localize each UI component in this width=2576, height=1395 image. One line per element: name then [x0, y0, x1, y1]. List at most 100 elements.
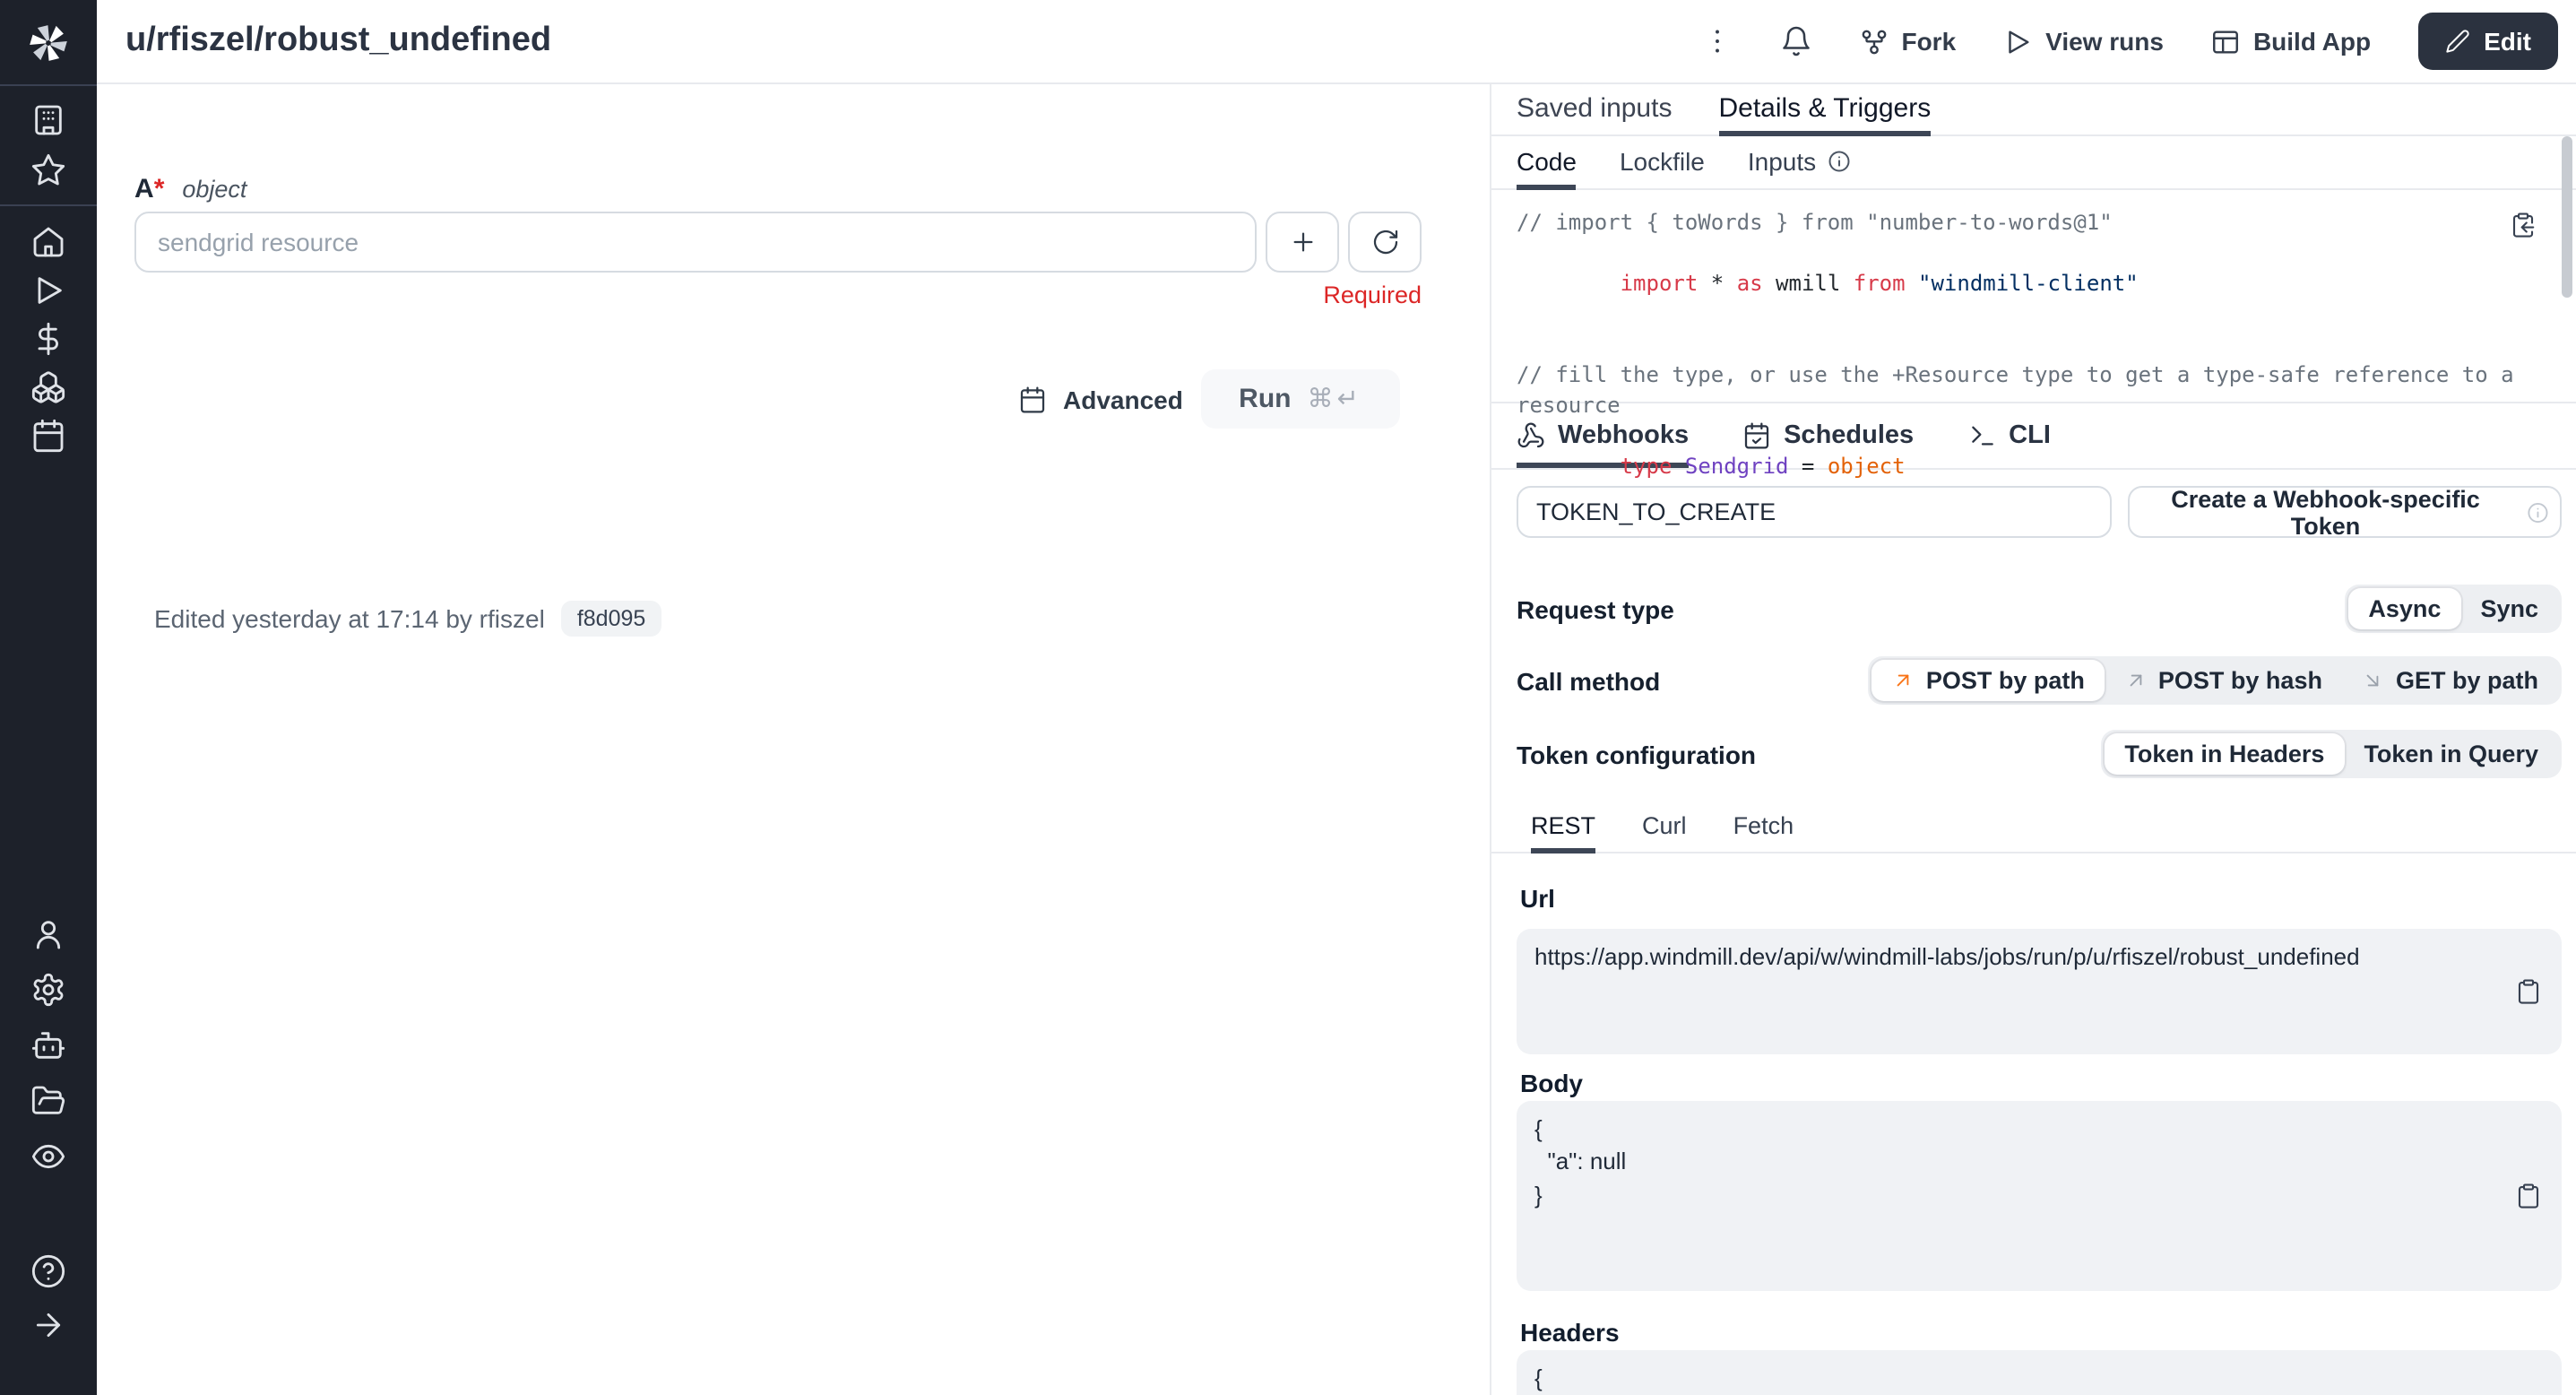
- call-method-toggle: POST by path POST by hash GET by path: [1869, 656, 2562, 705]
- fork-button[interactable]: Fork: [1858, 26, 1956, 56]
- sidebar-item-favorites[interactable]: [0, 145, 97, 195]
- toggle-post-by-path[interactable]: POST by path: [1872, 660, 2105, 701]
- more-menu-button[interactable]: [1700, 25, 1733, 57]
- copy-url-button[interactable]: [2515, 978, 2542, 1005]
- code-text: [1906, 271, 1918, 296]
- help-circle-icon: [30, 1253, 66, 1289]
- run-label: Run: [1239, 384, 1291, 414]
- clipboard-icon: [2515, 978, 2542, 1005]
- sidebar-item-variables[interactable]: [0, 314, 97, 362]
- run-button[interactable]: Run ⌘↵: [1201, 369, 1400, 429]
- gear-icon: [30, 971, 66, 1007]
- code-keyword: type: [1621, 454, 1673, 479]
- field-type: object: [182, 176, 246, 203]
- resource-input[interactable]: [134, 212, 1257, 273]
- copy-code-button[interactable]: [2510, 212, 2537, 247]
- page-title: u/rfiszel/robust_undefined: [125, 22, 551, 61]
- sidebar-item-settings[interactable]: [0, 961, 97, 1017]
- clipboard-icon: [2515, 1183, 2542, 1209]
- toggle-token-headers[interactable]: Token in Headers: [2105, 733, 2344, 775]
- tab-details-triggers[interactable]: Details & Triggers: [1718, 93, 1931, 136]
- tab-fetch[interactable]: Fetch: [1733, 812, 1794, 853]
- sidebar-item-users[interactable]: [0, 905, 97, 961]
- arrow-up-right-icon: [2124, 669, 2148, 692]
- notifications-button[interactable]: [1779, 25, 1811, 57]
- request-format-tabs: REST Curl Fetch: [1491, 810, 2576, 853]
- eye-icon: [30, 1138, 66, 1174]
- code-comment: // import { toWords } from "number-to-wo…: [1517, 210, 2113, 235]
- git-fork-icon: [1858, 26, 1889, 56]
- field-name: A: [134, 174, 154, 204]
- edit-label: Edit: [2484, 27, 2531, 56]
- scrollbar-thumb[interactable]: [2562, 136, 2572, 298]
- sidebar-expand-button[interactable]: [0, 1298, 97, 1352]
- user-icon: [30, 915, 66, 951]
- sidebar-item-home[interactable]: [0, 217, 97, 265]
- code-type: Sendgrid: [1685, 454, 1789, 479]
- dollar-icon: [30, 320, 66, 356]
- sidebar-item-resources[interactable]: [0, 362, 97, 411]
- toggle-get-by-path[interactable]: GET by path: [2342, 660, 2558, 701]
- tab-saved-inputs[interactable]: Saved inputs: [1517, 93, 1672, 136]
- run-shortcut: ⌘↵: [1308, 385, 1362, 413]
- toggle-post-by-hash[interactable]: POST by hash: [2105, 660, 2342, 701]
- code-constant: object: [1828, 454, 1906, 479]
- version-badge[interactable]: f8d095: [561, 601, 661, 637]
- play-icon: [30, 272, 66, 308]
- edit-button[interactable]: Edit: [2417, 13, 2558, 70]
- fork-label: Fork: [1901, 27, 1956, 56]
- code-text: [1672, 454, 1684, 479]
- sidebar-item-runs[interactable]: [0, 265, 97, 314]
- headers-box: { "Content-Type": "application/json", "A…: [1517, 1350, 2562, 1395]
- build-app-label: Build App: [2253, 27, 2371, 56]
- url-value: https://app.windmill.dev/api/w/windmill-…: [1534, 943, 2360, 970]
- plus-icon: [1288, 228, 1317, 256]
- url-box: https://app.windmill.dev/api/w/windmill-…: [1517, 929, 2562, 1053]
- inputs-label: Inputs: [1748, 147, 1816, 176]
- windmill-app: u/rfiszel/robust_undefined Fork View run…: [0, 0, 2576, 1395]
- code-keyword: as: [1737, 271, 1763, 296]
- pencil-icon: [2444, 29, 2469, 54]
- sidebar-item-help[interactable]: [0, 1244, 97, 1298]
- copy-body-button[interactable]: [2515, 1183, 2542, 1209]
- details-panel: Saved inputs Details & Triggers Code Loc…: [1490, 84, 2576, 1395]
- sidebar-item-workspace[interactable]: [0, 95, 97, 145]
- bell-icon: [1779, 25, 1811, 57]
- play-outline-icon: [2002, 26, 2033, 56]
- add-resource-button[interactable]: [1266, 212, 1339, 273]
- toggle-sync[interactable]: Sync: [2460, 588, 2558, 629]
- build-app-button[interactable]: Build App: [2210, 26, 2371, 56]
- headers-json: { "Content-Type": "application/json", "A…: [1534, 1365, 2036, 1395]
- star-icon: [30, 152, 66, 188]
- arrow-up-right-icon: [1892, 669, 1915, 692]
- app-window-icon: [2210, 26, 2241, 56]
- calendar-icon: [30, 417, 66, 453]
- refresh-button[interactable]: [1348, 212, 1422, 273]
- code-comment: resource: [1517, 393, 1621, 418]
- sidebar-item-workers[interactable]: [0, 1017, 97, 1072]
- edited-text: Edited yesterday at 17:14 by rfiszel: [154, 604, 545, 633]
- home-icon: [30, 223, 66, 259]
- tab-rest[interactable]: REST: [1531, 812, 1595, 853]
- tab-lockfile[interactable]: Lockfile: [1620, 147, 1705, 190]
- windmill-logo[interactable]: [0, 0, 97, 84]
- advanced-button[interactable]: Advanced: [1018, 369, 1183, 429]
- sidebar-item-folders[interactable]: [0, 1072, 97, 1128]
- post-by-hash-label: POST by hash: [2158, 667, 2322, 694]
- toggle-async[interactable]: Async: [2348, 588, 2460, 629]
- token-config-toggle: Token in Headers Token in Query: [2101, 730, 2562, 778]
- view-runs-label: View runs: [2045, 27, 2164, 56]
- sidebar-item-schedules[interactable]: [0, 411, 97, 459]
- arrow-down-right-icon: [2362, 669, 2385, 692]
- view-runs-button[interactable]: View runs: [2002, 26, 2164, 56]
- building-icon: [30, 102, 66, 138]
- arrow-right-icon: [30, 1307, 66, 1343]
- sidebar-item-audit-logs[interactable]: [0, 1128, 97, 1183]
- toggle-token-query[interactable]: Token in Query: [2344, 733, 2558, 775]
- robot-icon: [30, 1027, 66, 1062]
- body-box: { "a": null }: [1517, 1100, 2562, 1291]
- required-star: *: [154, 174, 165, 204]
- tab-inputs[interactable]: Inputs: [1748, 147, 1852, 190]
- tab-code[interactable]: Code: [1517, 147, 1577, 190]
- tab-curl[interactable]: Curl: [1642, 812, 1687, 853]
